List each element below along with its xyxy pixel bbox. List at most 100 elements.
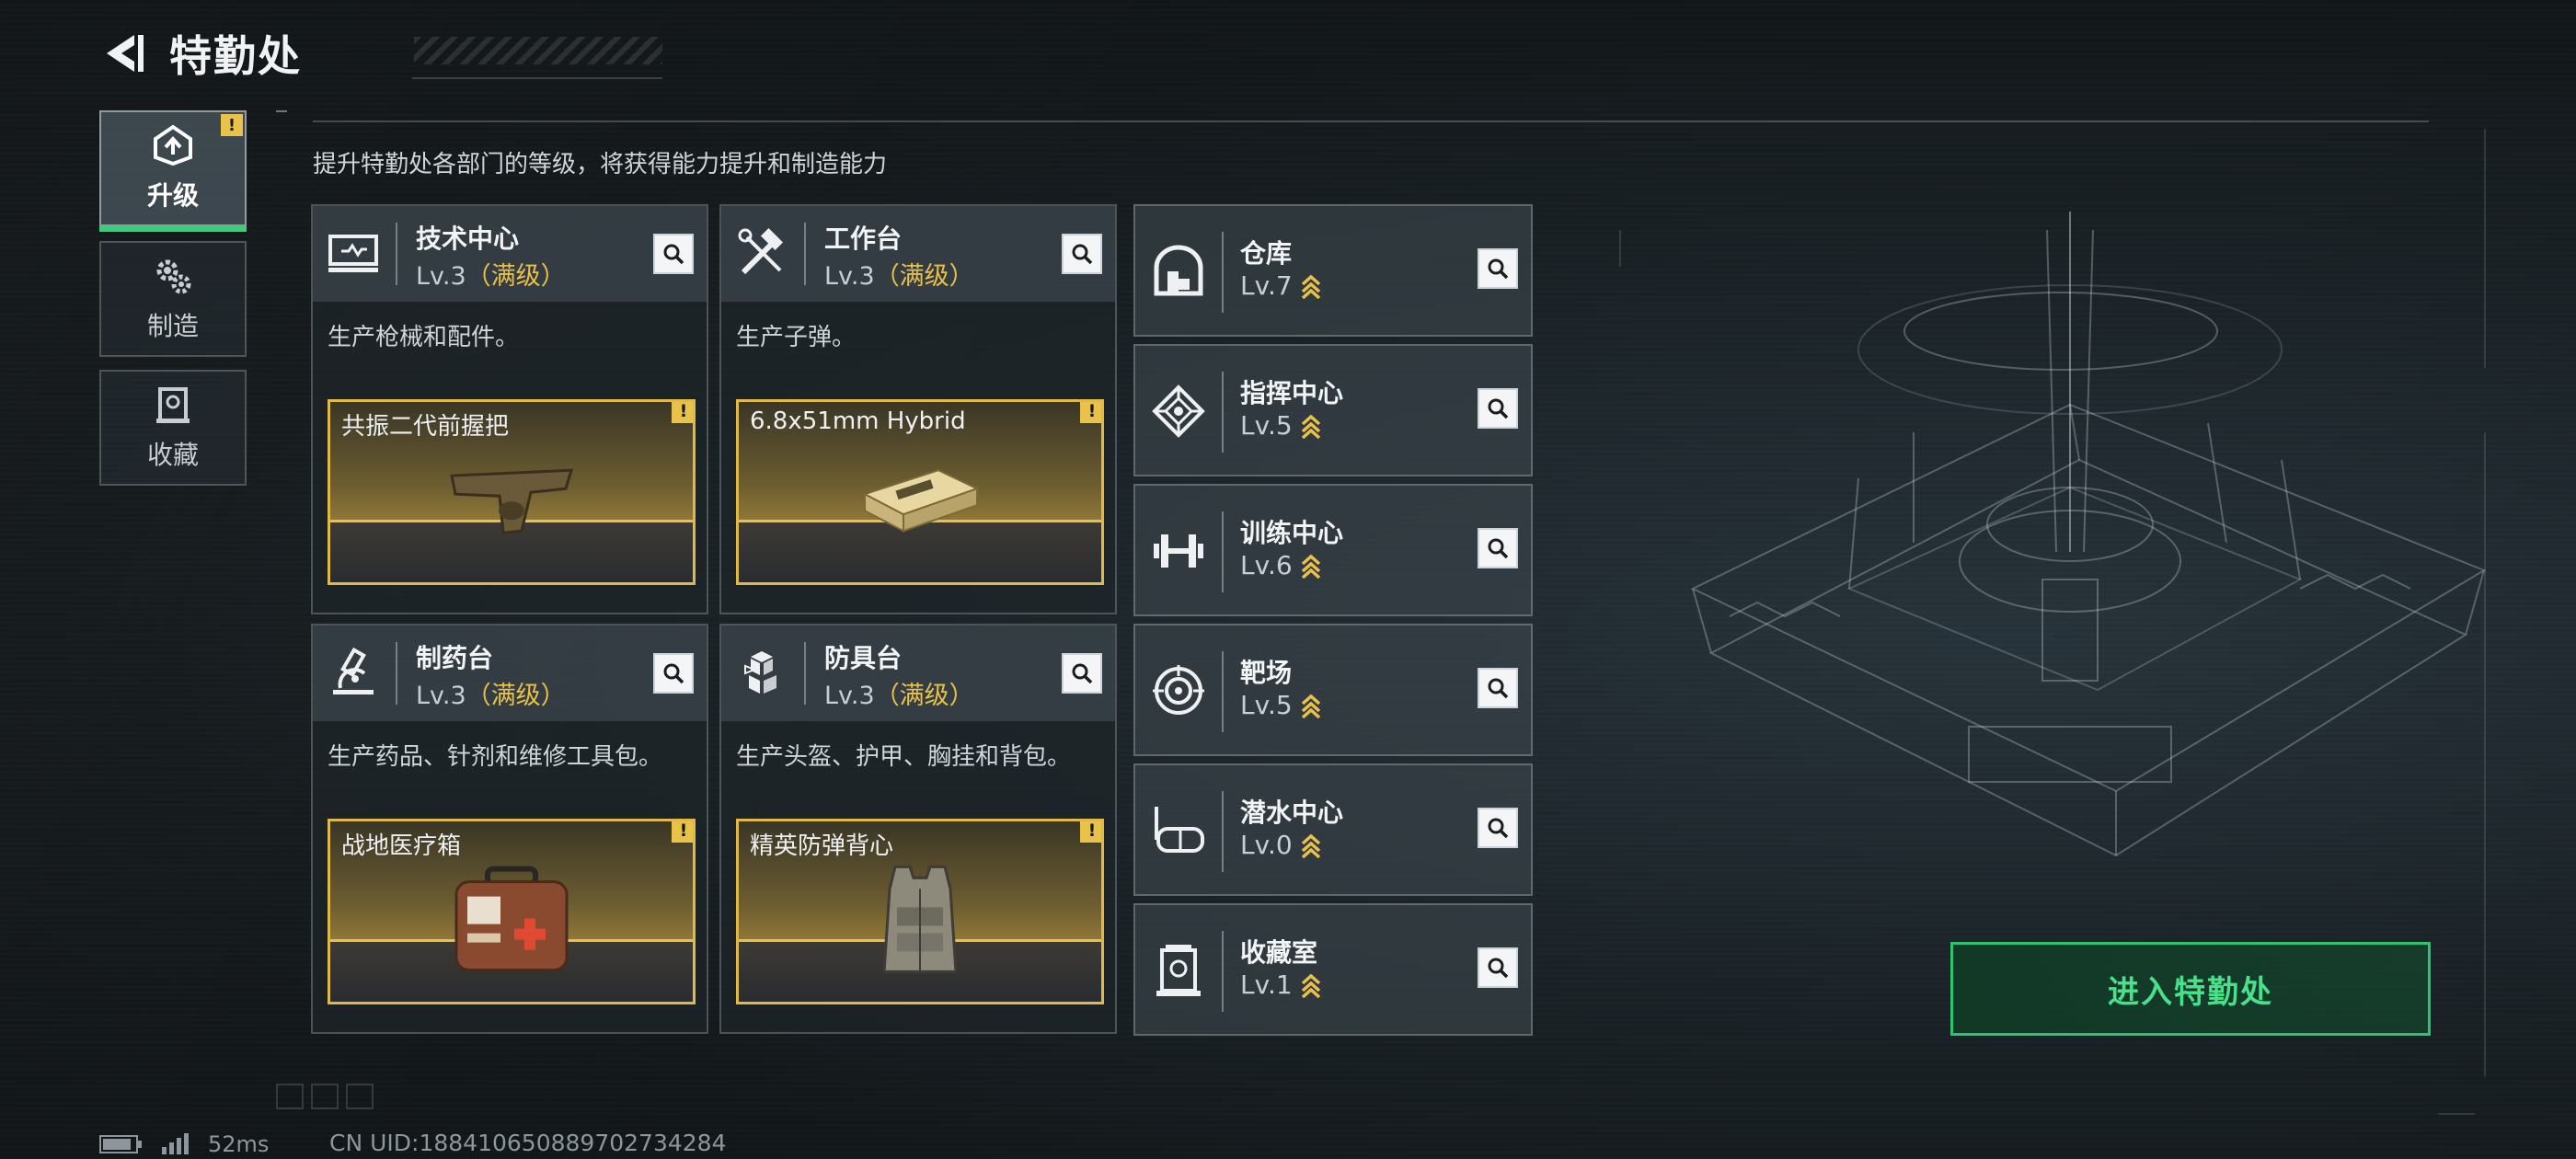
- battery-icon: [99, 1135, 142, 1153]
- microscope-icon: [326, 646, 381, 701]
- facility-name: 仓库: [1240, 238, 1293, 269]
- enter-base-button[interactable]: 进入特勤处: [1950, 942, 2431, 1036]
- search-button[interactable]: [1478, 808, 1518, 848]
- station-name: 防具台: [824, 643, 903, 673]
- station-level: Lv.3（满级）: [416, 256, 566, 292]
- search-button[interactable]: [1478, 528, 1518, 568]
- search-icon: [1488, 818, 1509, 839]
- facility-card-warehouse[interactable]: 仓库 Lv.7: [1133, 204, 1533, 337]
- station-header: 防具台 Lv.3（满级）: [721, 625, 1115, 721]
- facility-card-training-center[interactable]: 训练中心 Lv.6: [1133, 484, 1533, 616]
- station-header: 技术中心 Lv.3（满级）: [313, 206, 707, 302]
- search-icon: [663, 663, 684, 684]
- base-schematic-image: [1690, 212, 2487, 857]
- facility-card-collection-room[interactable]: 收藏室 Lv.1: [1133, 903, 1533, 1036]
- search-button[interactable]: [1478, 388, 1518, 429]
- level-value: Lv.3: [824, 262, 875, 291]
- divider: [396, 642, 397, 705]
- search-button[interactable]: [653, 653, 694, 694]
- foregrip-item-image: [450, 468, 574, 534]
- search-button[interactable]: [653, 234, 694, 274]
- facility-card-command-center[interactable]: 指挥中心 Lv.5: [1133, 344, 1533, 476]
- upgrade-chevrons-icon: [1301, 833, 1320, 858]
- station-header: 制药台 Lv.3（满级）: [313, 625, 707, 721]
- top-divider: [313, 120, 2429, 122]
- level-value: Lv.7: [1240, 270, 1293, 301]
- max-level-tag: （满级）: [874, 682, 974, 710]
- ping-value: 52ms: [208, 1131, 270, 1157]
- level-value: Lv.3: [416, 682, 466, 710]
- station-header: 工作台 Lv.3（满级）: [721, 206, 1115, 302]
- divider: [1222, 651, 1224, 732]
- upgrade-chevrons-icon: [1301, 973, 1320, 998]
- level-value: Lv.5: [1240, 690, 1293, 720]
- facility-level: Lv.1: [1240, 970, 1322, 1000]
- level-value: Lv.0: [1240, 830, 1293, 860]
- signal-icon: [162, 1133, 189, 1154]
- deco-line: [2484, 432, 2486, 1076]
- tab-collection-label: 收藏: [146, 440, 199, 470]
- upgrade-chevrons-icon: [1301, 554, 1320, 579]
- search-icon: [1488, 398, 1509, 419]
- craft-item-name: 战地医疗箱: [341, 832, 462, 860]
- command-center-icon: [1146, 379, 1211, 443]
- warehouse-icon: [1146, 239, 1211, 304]
- craft-item-slot[interactable]: 精英防弹背心 !: [736, 819, 1104, 1004]
- tab-craft[interactable]: 制造: [99, 241, 247, 357]
- facility-card-diving-center[interactable]: 潜水中心 Lv.0: [1133, 763, 1533, 896]
- search-icon: [1488, 678, 1509, 699]
- facility-name: 靶场: [1240, 658, 1293, 688]
- upgrade-icon: [154, 124, 192, 166]
- tab-upgrade-label: 升级: [146, 180, 199, 211]
- craft-item-name: 精英防弹背心: [750, 832, 894, 860]
- facility-card-shooting-range[interactable]: 靶场 Lv.5: [1133, 624, 1533, 756]
- facility-name: 潜水中心: [1240, 798, 1344, 828]
- divider: [1222, 232, 1224, 313]
- search-button[interactable]: [1478, 668, 1518, 708]
- station-description: 生产头盔、护甲、胸挂和背包。: [736, 743, 1072, 771]
- tab-upgrade[interactable]: 升级 !: [99, 110, 247, 232]
- max-level-tag: （满级）: [874, 262, 974, 291]
- search-icon: [1072, 244, 1093, 265]
- facility-name: 指挥中心: [1240, 378, 1344, 408]
- search-button[interactable]: [1062, 653, 1102, 694]
- diving-mask-icon: [1146, 798, 1211, 863]
- back-button[interactable]: [101, 29, 149, 77]
- craft-item-slot[interactable]: 战地医疗箱 !: [328, 819, 696, 1004]
- deco-line: [2484, 129, 2486, 368]
- facility-level: Lv.6: [1240, 550, 1322, 580]
- header-rule: [412, 77, 662, 79]
- craft-item-slot[interactable]: 共振二代前握把 !: [328, 399, 696, 585]
- station-name: 工作台: [824, 224, 903, 254]
- craft-item-slot[interactable]: 6.8x51mm Hybrid !: [736, 399, 1104, 585]
- target-icon: [1146, 659, 1211, 723]
- station-card-tech-center[interactable]: 技术中心 Lv.3（满级） 生产枪械和配件。 共振二代前握把 !: [311, 204, 708, 614]
- status-bar: 52ms: [99, 1131, 269, 1157]
- station-description: 生产药品、针剂和维修工具包。: [328, 743, 663, 771]
- tech-center-icon: [326, 226, 381, 281]
- search-icon: [1488, 958, 1509, 979]
- tab-collection[interactable]: 收藏: [99, 370, 247, 486]
- upgrade-chevrons-icon: [1301, 414, 1320, 439]
- search-button[interactable]: [1062, 234, 1102, 274]
- page-title: 特勤处: [169, 31, 302, 81]
- craft-item-name: 6.8x51mm Hybrid: [750, 407, 966, 435]
- upgrade-chevrons-icon: [1301, 274, 1320, 299]
- facility-level: Lv.7: [1240, 270, 1322, 301]
- station-card-pharmacy[interactable]: 制药台 Lv.3（满级） 生产药品、针剂和维修工具包。 战地医疗箱 !: [311, 624, 708, 1034]
- search-button[interactable]: [1478, 248, 1518, 289]
- dumbbell-icon: [1146, 519, 1211, 583]
- station-card-workbench[interactable]: 工作台 Lv.3（满级） 生产子弹。 6.8x51mm Hybrid !: [719, 204, 1117, 614]
- search-icon: [1072, 663, 1093, 684]
- divider: [1222, 372, 1224, 453]
- back-arrow-icon: [107, 35, 144, 72]
- station-card-armor-bench[interactable]: 防具台 Lv.3（满级） 生产头盔、护甲、胸挂和背包。 精英防弹背心 !: [719, 624, 1117, 1034]
- station-name: 制药台: [416, 643, 494, 673]
- upgrade-chevrons-icon: [1301, 694, 1320, 718]
- user-uid: CN UID:1884106508897027342​84: [329, 1130, 727, 1156]
- header-stripes: [414, 37, 662, 64]
- divider: [1222, 791, 1224, 872]
- facility-name: 训练中心: [1240, 518, 1344, 548]
- top-divider-accent: [276, 110, 287, 112]
- search-button[interactable]: [1478, 947, 1518, 988]
